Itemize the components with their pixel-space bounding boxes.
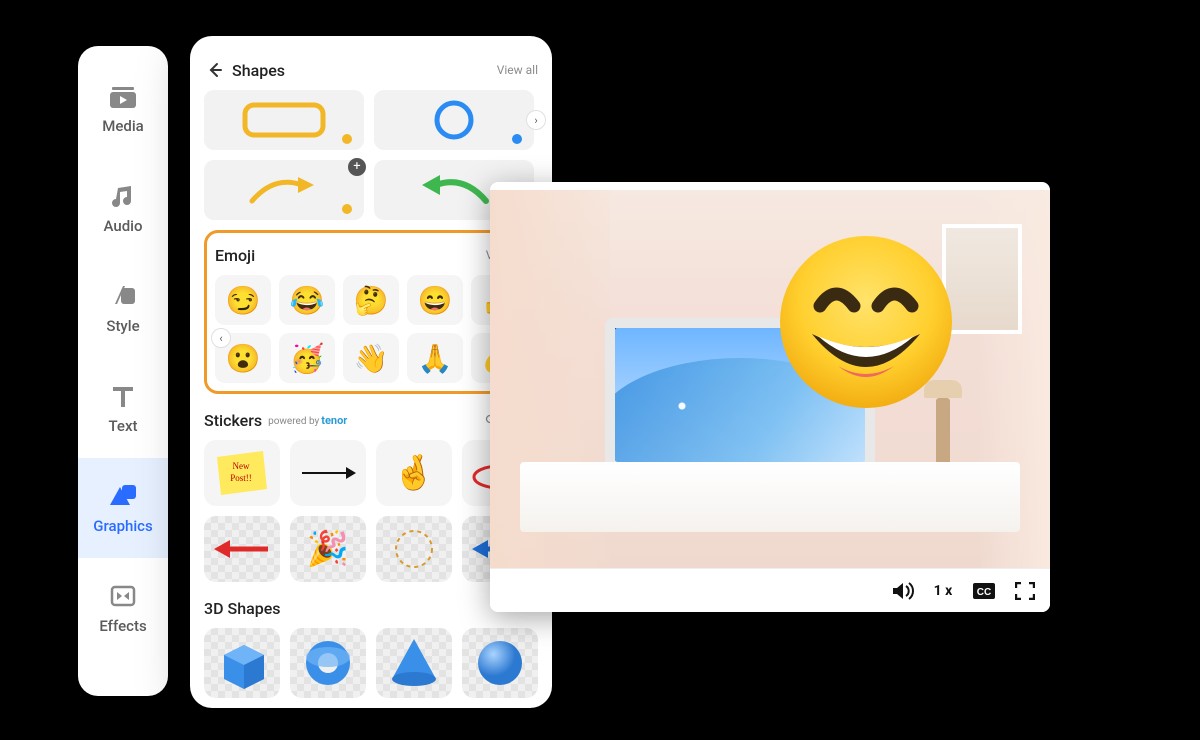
color-dot-icon xyxy=(512,134,522,144)
overlay-grinning-emoji[interactable] xyxy=(776,232,956,412)
emoji-partying-face[interactable]: 🥳 xyxy=(279,333,335,383)
emoji-smirking-face[interactable]: 😏 xyxy=(215,275,271,325)
sidebar-item-effects[interactable]: Effects xyxy=(78,558,168,658)
shape3d-cube[interactable] xyxy=(204,628,280,698)
text-icon xyxy=(108,381,138,411)
emoji-grinning-face[interactable]: 😄 xyxy=(407,275,463,325)
sticker-arrow-right-thin[interactable] xyxy=(290,440,366,506)
back-arrow-icon[interactable] xyxy=(204,59,226,81)
emoji-glyph: 🙏 xyxy=(418,342,453,375)
audio-icon xyxy=(108,181,138,211)
emoji-glyph: 😏 xyxy=(226,284,261,317)
emoji-glyph: 🥳 xyxy=(290,342,325,375)
sidebar-item-label: Effects xyxy=(99,617,146,635)
emoji-glyph: 🤔 xyxy=(354,284,389,317)
shapes-header: Shapes View all xyxy=(204,56,538,84)
svg-text:CC: CC xyxy=(977,587,991,598)
sidebar-item-label: Graphics xyxy=(93,517,152,535)
style-icon xyxy=(108,281,138,311)
volume-button[interactable] xyxy=(892,580,914,602)
stickers-powered-by: powered bytenor xyxy=(268,414,347,427)
shapes3d-header: 3D Shapes View all xyxy=(204,594,538,622)
emoji-waving-hand[interactable]: 👋 xyxy=(343,333,399,383)
sidebar-item-graphics[interactable]: Graphics xyxy=(78,458,168,558)
svg-text:New: New xyxy=(233,461,250,471)
shape3d-sphere[interactable] xyxy=(462,628,538,698)
emoji-glyph: 😮 xyxy=(226,342,261,375)
sticker-crossed-fingers[interactable]: 🤞 xyxy=(376,440,452,506)
decor-desk xyxy=(520,462,1020,532)
plus-badge-icon: + xyxy=(348,158,366,176)
carousel-next-icon[interactable]: › xyxy=(526,110,546,130)
sidebar-item-media[interactable]: Media xyxy=(78,58,168,158)
shape-curved-arrow-right[interactable]: + xyxy=(204,160,364,220)
sidebar-item-text[interactable]: Text xyxy=(78,358,168,458)
emoji-folded-hands[interactable]: 🙏 xyxy=(407,333,463,383)
emoji-laughing-tears[interactable]: 😂 xyxy=(279,275,335,325)
playback-speed[interactable]: 1 x xyxy=(932,580,954,602)
shape3d-cone[interactable] xyxy=(376,628,452,698)
emoji-glyph: 👋 xyxy=(354,342,389,375)
fullscreen-button[interactable] xyxy=(1014,580,1036,602)
emoji-glyph: 😂 xyxy=(290,284,325,317)
color-dot-icon xyxy=(342,134,352,144)
emoji-title: Emoji xyxy=(215,246,255,265)
shape-rounded-rectangle[interactable] xyxy=(204,90,364,150)
emoji-thinking-face[interactable]: 🤔 xyxy=(343,275,399,325)
sticker-red-arrow-left[interactable] xyxy=(204,516,280,582)
media-icon xyxy=(108,81,138,111)
stickers-header: Stickers powered bytenor Search xyxy=(204,406,538,434)
shapes3d-title: 3D Shapes xyxy=(204,599,281,618)
left-sidebar: Media Audio Style Text Graphics xyxy=(78,46,168,696)
color-dot-icon xyxy=(342,204,352,214)
graphics-icon xyxy=(108,481,138,511)
emoji-glyph: 😄 xyxy=(418,284,453,317)
svg-text:Post!!: Post!! xyxy=(230,473,252,483)
video-controls: 1 x CC xyxy=(490,568,1050,612)
video-canvas[interactable] xyxy=(490,190,1050,568)
emoji-section: Emoji View all 😏 😂 🤔 😄 👍 😮 🥳 👋 🙏 💰 ‹ xyxy=(204,230,538,394)
sticker-dashed-circle[interactable] xyxy=(376,516,452,582)
sidebar-item-style[interactable]: Style xyxy=(78,258,168,358)
sidebar-item-label: Style xyxy=(106,317,139,335)
carousel-prev-icon[interactable]: ‹ xyxy=(211,328,231,348)
sticker-new-post-note[interactable]: New Post!! xyxy=(204,440,280,506)
sidebar-item-label: Audio xyxy=(104,217,143,235)
sidebar-item-label: Media xyxy=(102,117,144,135)
video-preview: 1 x CC xyxy=(490,182,1050,612)
stickers-title: Stickers xyxy=(204,411,262,430)
sidebar-item-label: Text xyxy=(108,417,137,435)
sidebar-item-audio[interactable]: Audio xyxy=(78,158,168,258)
effects-icon xyxy=(108,581,138,611)
shapes-view-all[interactable]: View all xyxy=(497,63,538,77)
shapes-title: Shapes xyxy=(232,61,285,80)
closed-captions-button[interactable]: CC xyxy=(972,580,996,602)
shape-circle-outline[interactable] xyxy=(374,90,534,150)
shape3d-torus[interactable] xyxy=(290,628,366,698)
sticker-party-popper[interactable]: 🎉 xyxy=(290,516,366,582)
